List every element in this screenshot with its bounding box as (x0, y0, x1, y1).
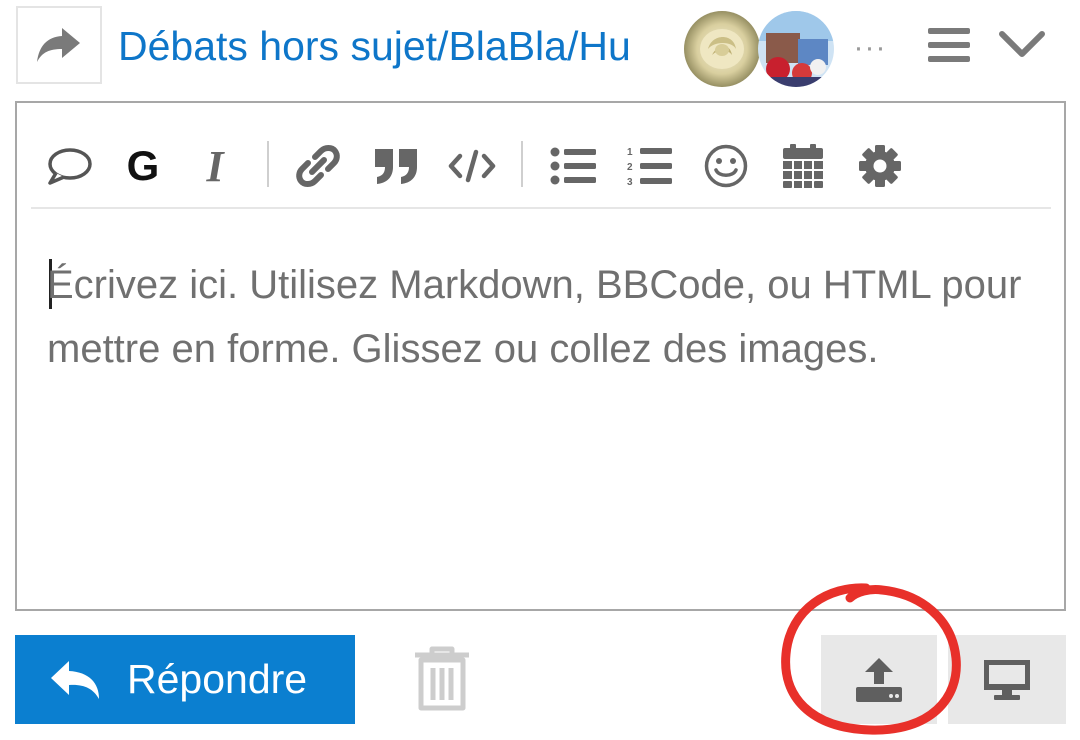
bold-button[interactable]: G (123, 141, 163, 191)
avatar-user[interactable] (758, 11, 834, 87)
emoji-button[interactable] (701, 141, 751, 191)
upload-icon (856, 657, 902, 702)
chevron-down-icon[interactable] (998, 26, 1046, 62)
emoji-icon (704, 144, 748, 188)
svg-text:1: 1 (627, 147, 633, 158)
blockquote-button[interactable] (371, 141, 421, 191)
italic-icon: I (206, 141, 224, 191)
quote-icon (375, 149, 417, 184)
toolbar-divider (521, 141, 523, 187)
insert-date-button[interactable] (779, 141, 827, 191)
more-participants-indicator[interactable]: ··· (848, 26, 892, 70)
bold-icon: G (126, 142, 160, 189)
reply-button[interactable]: Répondre (15, 635, 355, 724)
rose-avatar-image (684, 11, 760, 87)
code-icon (448, 149, 496, 183)
link-button[interactable] (293, 141, 343, 191)
code-button[interactable] (447, 141, 497, 191)
composer-placeholder[interactable]: Écrivez ici. Utilisez Markdown, BBCode, … (47, 253, 1047, 381)
options-button[interactable] (857, 141, 903, 191)
svg-text:3: 3 (627, 177, 633, 187)
bullet-list-button[interactable] (549, 141, 599, 191)
numbered-list-icon: 1 2 3 (627, 147, 672, 187)
user-avatar-image (758, 11, 834, 87)
calendar-icon (783, 144, 823, 188)
reply-button-label: Répondre (127, 656, 308, 702)
toolbar-divider (267, 141, 269, 187)
quote-reply-button[interactable] (45, 141, 93, 191)
reply-icon (51, 661, 99, 699)
topic-title-link[interactable]: Débats hors sujet/BlaBla/Hu (118, 18, 688, 74)
hamburger-icon[interactable] (926, 24, 972, 66)
reply-indicator (16, 6, 102, 84)
svg-text:2: 2 (627, 162, 633, 173)
speech-bubble-icon (48, 148, 92, 185)
numbered-list-button[interactable]: 1 2 3 (625, 141, 675, 191)
upload-button[interactable] (821, 635, 937, 724)
trash-icon[interactable] (412, 646, 472, 712)
share-arrow-icon (37, 28, 80, 62)
bullet-list-icon (550, 147, 596, 185)
composer-editor[interactable]: G I 1 2 3 Écrivez ici. Utilisez Markdown… (15, 101, 1066, 611)
italic-button[interactable]: I (197, 141, 233, 191)
link-icon (296, 145, 340, 187)
editor-toolbar: G I 1 2 3 (31, 123, 1051, 209)
monitor-icon (984, 659, 1030, 700)
gear-icon (859, 145, 901, 187)
avatar-rose[interactable] (684, 11, 760, 87)
toggle-preview-button[interactable] (948, 635, 1066, 724)
